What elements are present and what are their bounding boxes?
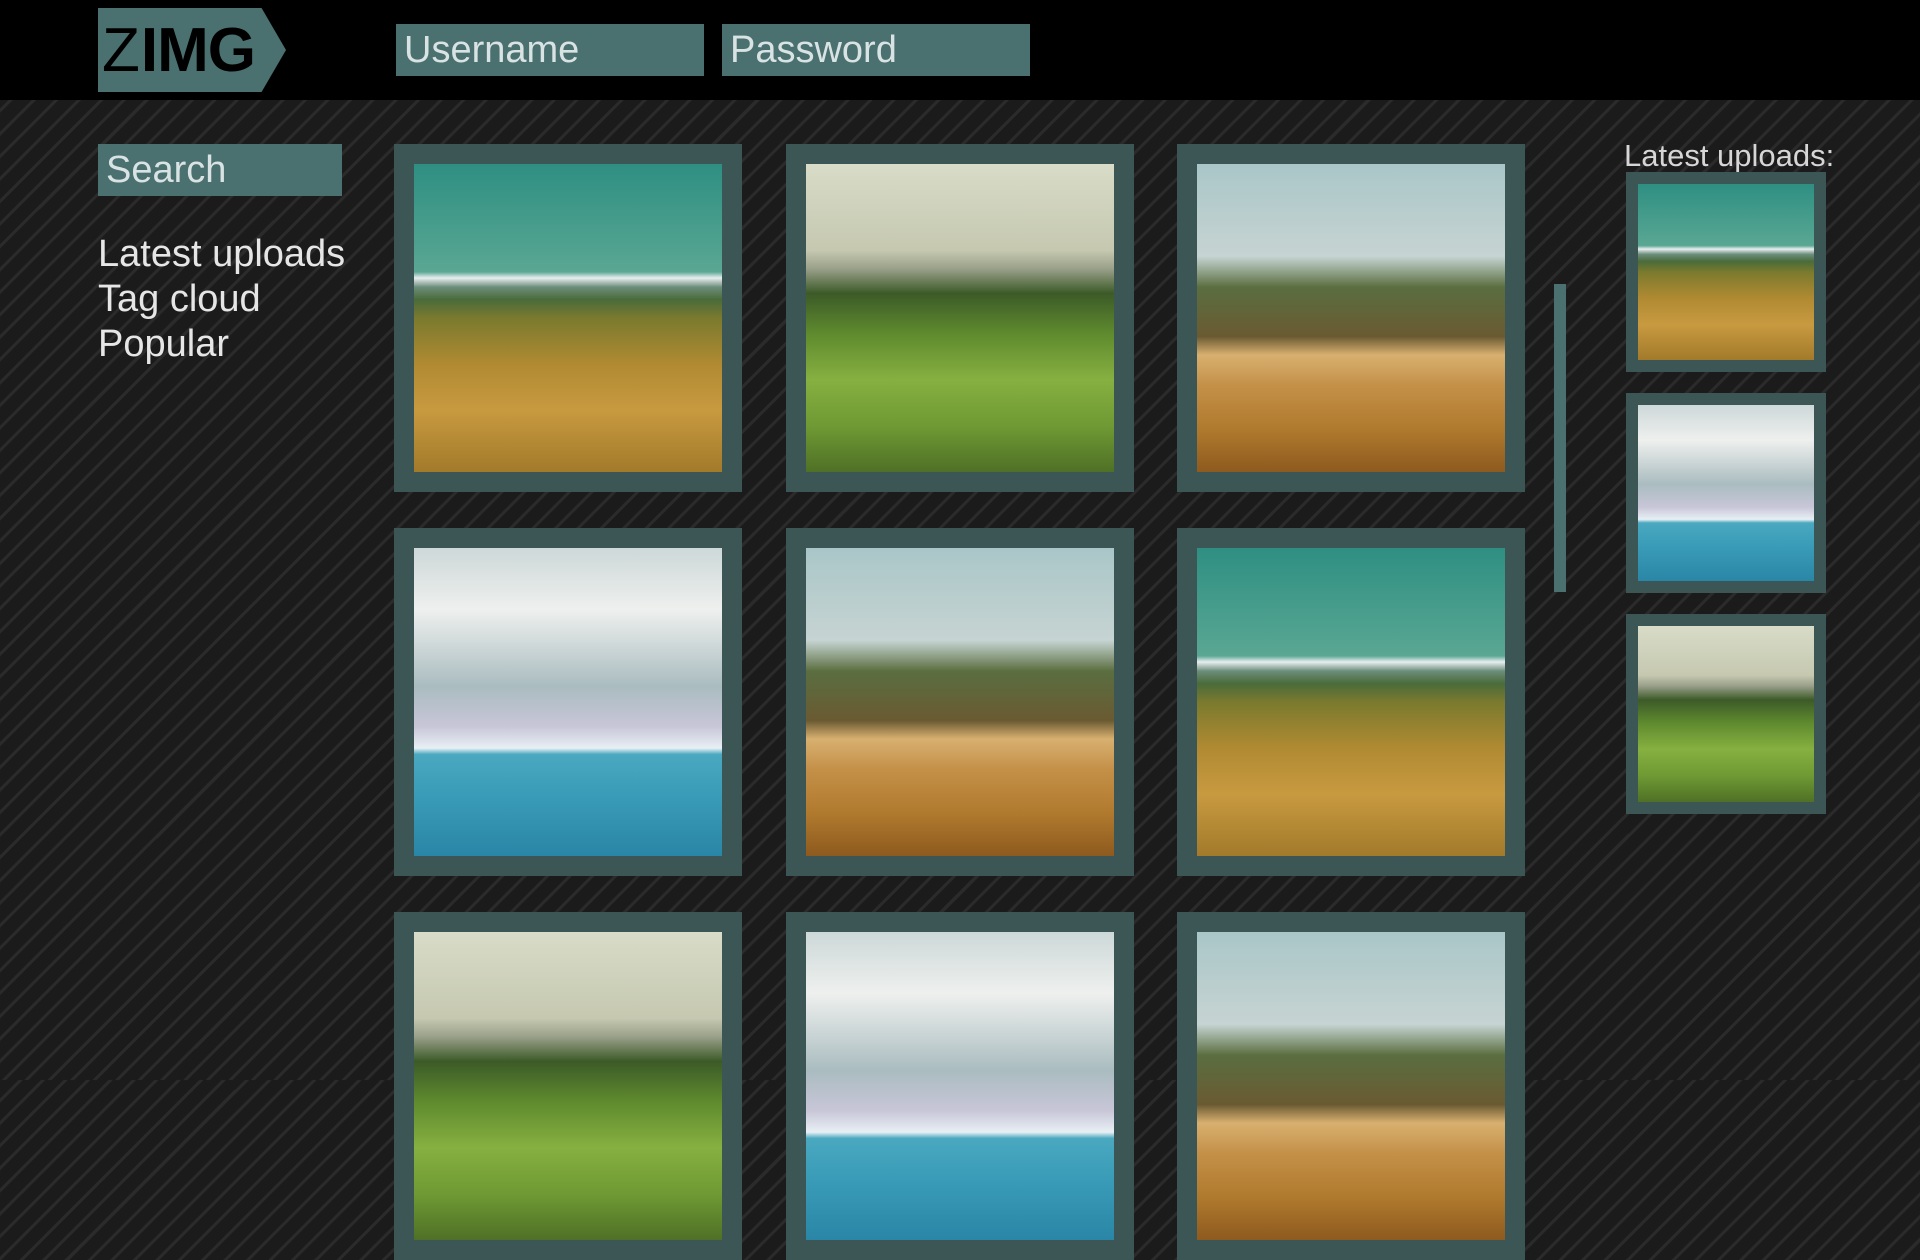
photo-meadow-mountains: [1197, 548, 1505, 856]
gallery-tile[interactable]: [786, 144, 1134, 492]
sidebar-nav: Latest uploads Tag cloud Popular: [98, 232, 345, 367]
gallery-tile[interactable]: [1177, 912, 1525, 1260]
password-input[interactable]: [722, 24, 1030, 76]
latest-thumb[interactable]: [1626, 614, 1826, 814]
latest-thumb[interactable]: [1626, 393, 1826, 593]
gallery-scrollbar[interactable]: [1554, 284, 1566, 592]
photo-meadow-mountains: [414, 164, 722, 472]
username-input[interactable]: [396, 24, 704, 76]
gallery-tile[interactable]: [1177, 528, 1525, 876]
photo-marsh-grass: [1197, 164, 1505, 472]
latest-thumb[interactable]: [1626, 172, 1826, 372]
photo-green-hills: [806, 164, 1114, 472]
photo-ocean-rainbow: [1638, 405, 1814, 581]
gallery-tile[interactable]: [786, 912, 1134, 1260]
photo-marsh-grass: [806, 548, 1114, 856]
gallery-tile[interactable]: [786, 528, 1134, 876]
photo-ocean-rainbow: [414, 548, 722, 856]
photo-marsh-grass: [1197, 932, 1505, 1240]
photo-green-hills: [1638, 626, 1814, 802]
zimg-logo[interactable]: Z IMG: [98, 8, 286, 92]
photo-meadow-mountains: [1638, 184, 1814, 360]
logo-bold-text: IMG: [140, 15, 256, 85]
photo-ocean-rainbow: [806, 932, 1114, 1240]
gallery-tile[interactable]: [1177, 144, 1525, 492]
search-input[interactable]: [98, 144, 342, 196]
nav-popular[interactable]: Popular: [98, 322, 345, 367]
photo-green-hills: [414, 932, 722, 1240]
gallery-tile[interactable]: [394, 144, 742, 492]
logo-light-text: Z: [102, 15, 140, 85]
nav-tag-cloud[interactable]: Tag cloud: [98, 277, 345, 322]
latest-uploads-title: Latest uploads:: [1624, 138, 1835, 173]
top-bar: Z IMG: [0, 0, 1920, 100]
gallery-tile[interactable]: [394, 912, 742, 1260]
gallery-tile[interactable]: [394, 528, 742, 876]
nav-latest-uploads[interactable]: Latest uploads: [98, 232, 345, 277]
